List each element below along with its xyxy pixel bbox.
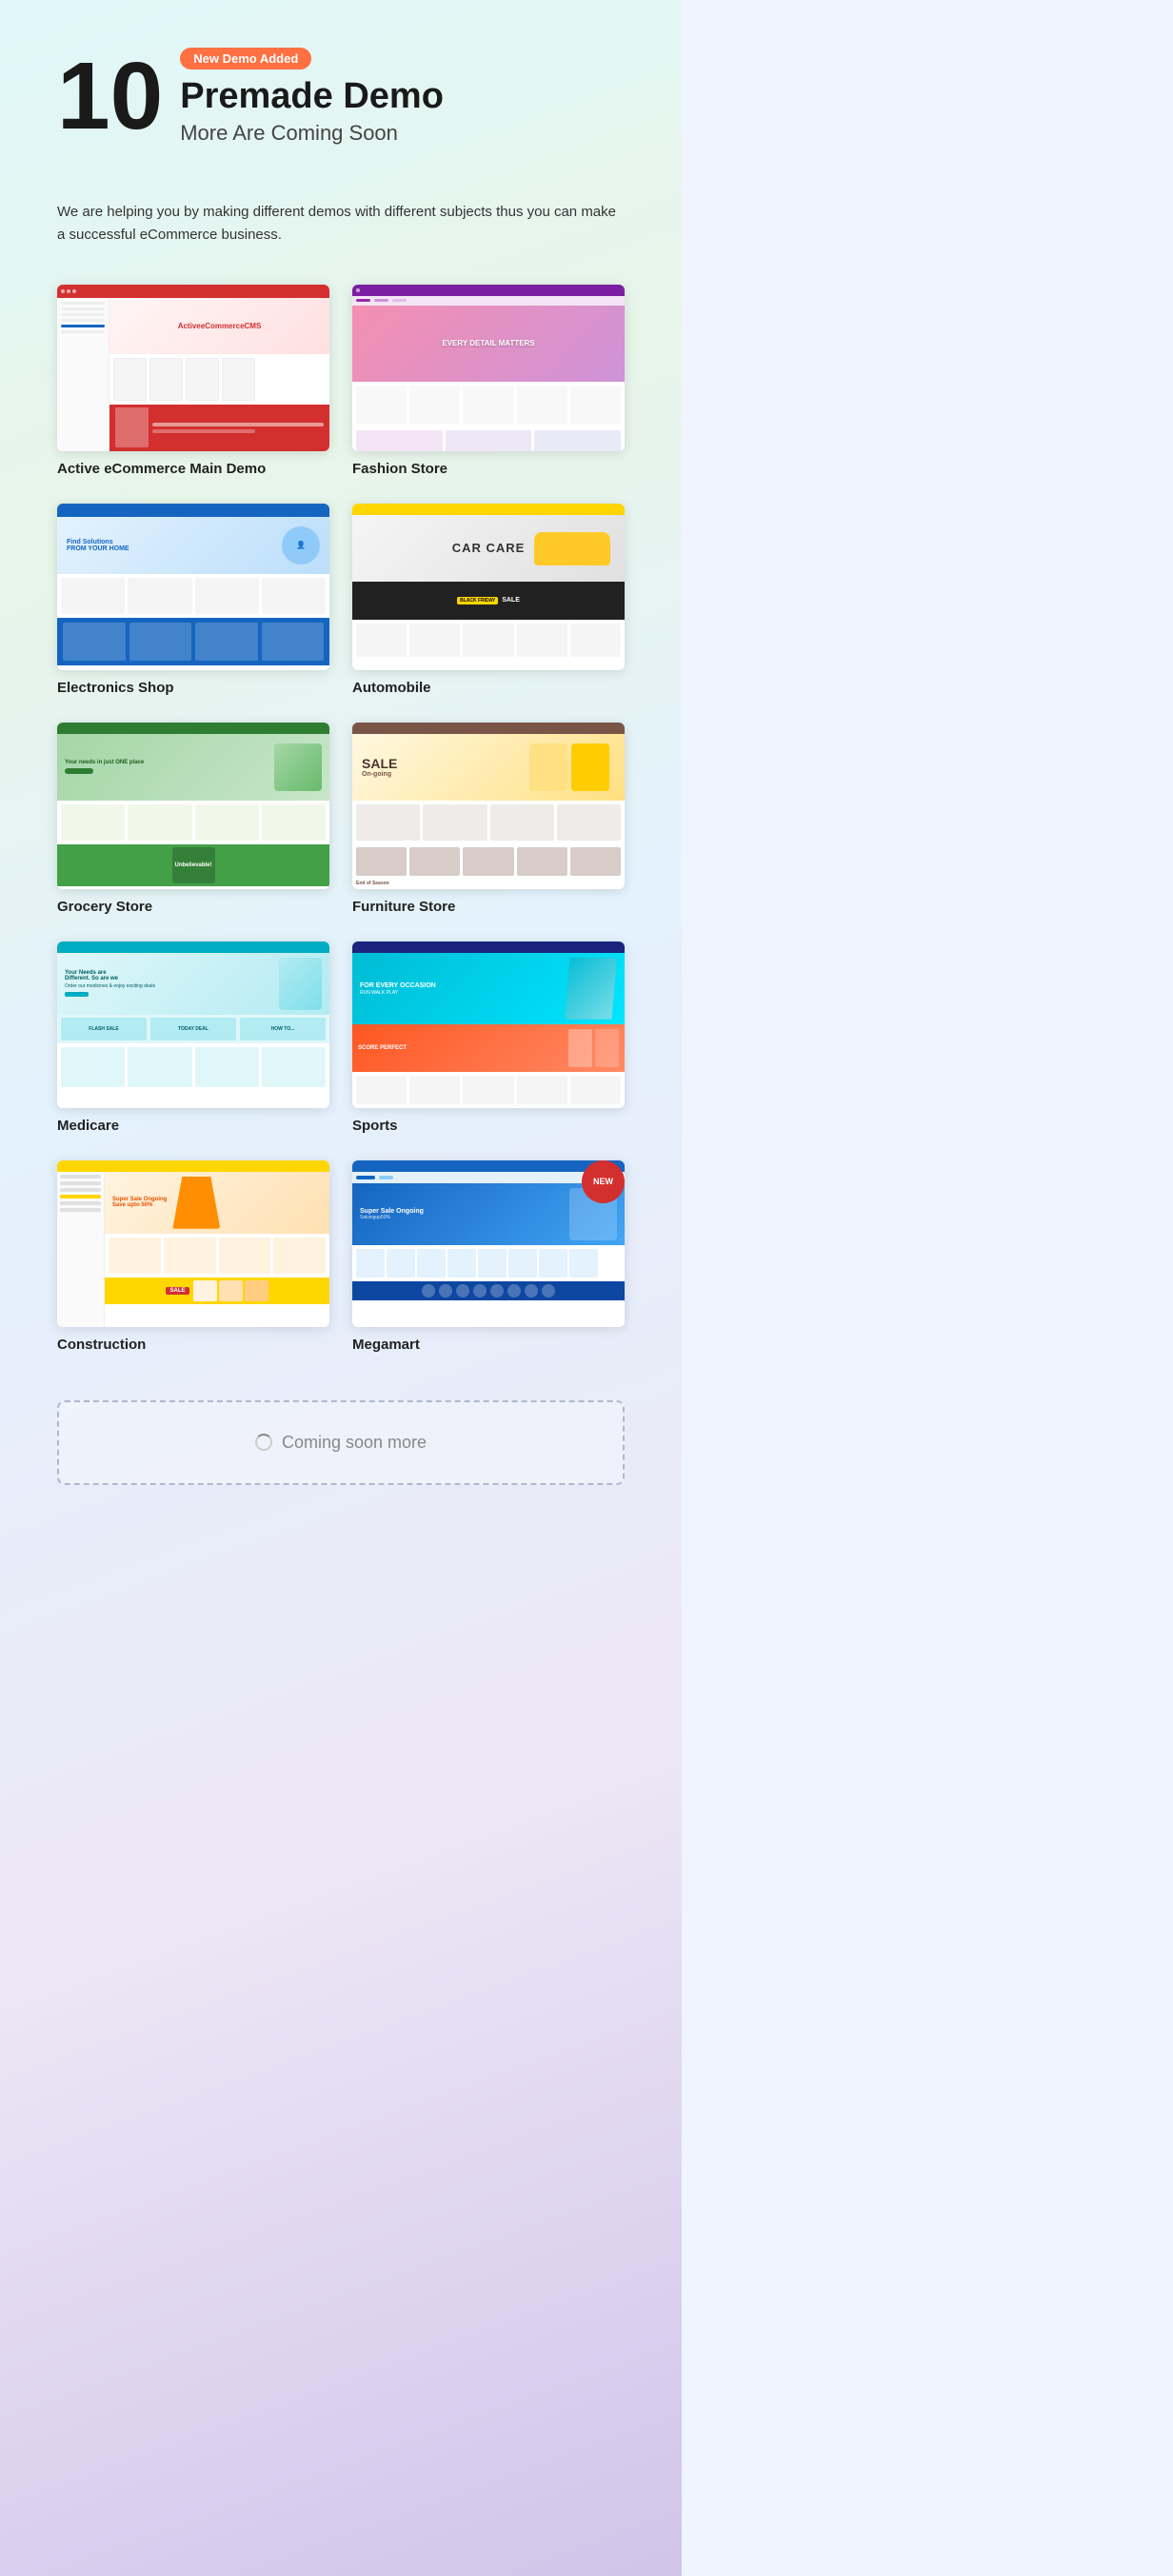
demo-thumb-automobile[interactable]: CAR CARE BLACK FRIDAY SALE bbox=[352, 504, 625, 670]
demo-thumb-electronics[interactable]: Find Solutions FROM YOUR HOME 👤 bbox=[57, 504, 329, 670]
demo-thumb-construction[interactable]: Super Sale Ongoing Save upto 50% bbox=[57, 1160, 329, 1327]
demo-item-medicare: Your Needs are Different. So are we Orde… bbox=[57, 941, 329, 1134]
demo-label-sports: Sports bbox=[352, 1118, 625, 1134]
demo-label-grocery: Grocery Store bbox=[57, 899, 329, 915]
demo-item-sports: FOR EVERY OCCASION RUN WALK PLAY SCORE P… bbox=[352, 941, 625, 1134]
demo-label-electronics: Electronics Shop bbox=[57, 680, 329, 696]
demo-label-furniture: Furniture Store bbox=[352, 899, 625, 915]
demo-item-megamart: NEW Super Sale Ongoing Saivingup50% bbox=[352, 1160, 625, 1353]
hero-section: 10 New Demo Added Premade Demo More Are … bbox=[0, 0, 682, 182]
hero-description: We are helping you by making different d… bbox=[0, 182, 682, 256]
hero-right: New Demo Added Premade Demo More Are Com… bbox=[180, 48, 444, 146]
demo-item-automobile: CAR CARE BLACK FRIDAY SALE Automobile bbox=[352, 504, 625, 696]
page-wrapper: 10 New Demo Added Premade Demo More Are … bbox=[0, 0, 682, 2576]
demo-thumb-megamart[interactable]: NEW Super Sale Ongoing Saivingup50% bbox=[352, 1160, 625, 1327]
hero-badge-row: 10 New Demo Added Premade Demo More Are … bbox=[57, 48, 625, 146]
demo-label-megamart: Megamart bbox=[352, 1337, 625, 1353]
spinner-icon bbox=[255, 1434, 272, 1451]
demo-item-electronics: Find Solutions FROM YOUR HOME 👤 bbox=[57, 504, 329, 696]
demo-thumb-fashion[interactable]: EVERY DETAIL MATTERS bbox=[352, 285, 625, 451]
demo-label-active: Active eCommerce Main Demo bbox=[57, 461, 329, 477]
demo-item-active: ActiveeCommerceCMS bbox=[57, 285, 329, 477]
coming-soon-text: Coming soon more bbox=[282, 1433, 427, 1453]
hero-title: Premade Demo bbox=[180, 77, 444, 117]
demo-item-grocery: Your needs in just ONE place Unbelievabl… bbox=[57, 723, 329, 915]
demo-thumb-sports[interactable]: FOR EVERY OCCASION RUN WALK PLAY SCORE P… bbox=[352, 941, 625, 1108]
demo-item-construction: Super Sale Ongoing Save upto 50% bbox=[57, 1160, 329, 1353]
demo-item-furniture: SALE On-going bbox=[352, 723, 625, 915]
demo-thumb-active[interactable]: ActiveeCommerceCMS bbox=[57, 285, 329, 451]
hero-number: 10 bbox=[57, 49, 163, 144]
demo-label-automobile: Automobile bbox=[352, 680, 625, 696]
demo-label-medicare: Medicare bbox=[57, 1118, 329, 1134]
demo-item-fashion: EVERY DETAIL MATTERS Fashion Store bbox=[352, 285, 625, 477]
new-badge-megamart: NEW bbox=[582, 1160, 625, 1203]
new-demo-badge: New Demo Added bbox=[180, 48, 311, 69]
demo-label-fashion: Fashion Store bbox=[352, 461, 625, 477]
coming-soon-box: Coming soon more bbox=[57, 1400, 625, 1485]
hero-subtitle: More Are Coming Soon bbox=[180, 121, 444, 146]
demo-label-construction: Construction bbox=[57, 1337, 329, 1353]
demo-thumb-furniture[interactable]: SALE On-going bbox=[352, 723, 625, 889]
demo-thumb-grocery[interactable]: Your needs in just ONE place Unbelievabl… bbox=[57, 723, 329, 889]
demo-grid: ActiveeCommerceCMS bbox=[0, 256, 682, 1381]
demo-thumb-medicare[interactable]: Your Needs are Different. So are we Orde… bbox=[57, 941, 329, 1108]
